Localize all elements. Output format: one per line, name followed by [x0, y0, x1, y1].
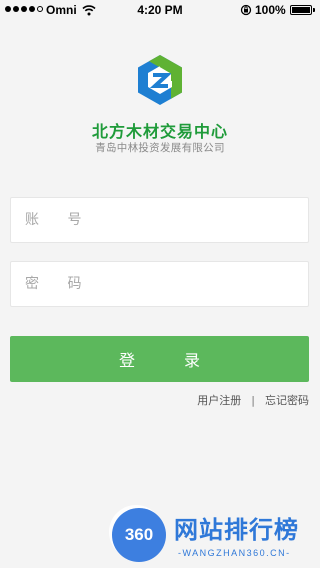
hexagon-logo-icon: [138, 55, 182, 105]
forgot-password-link[interactable]: 忘记密码: [265, 392, 309, 408]
status-bar: Omni 4:20 PM 100%: [0, 0, 320, 20]
register-link[interactable]: 用户注册: [197, 392, 241, 408]
watermark: 360 网站排行榜 -WANGZHAN360.CN-: [108, 504, 320, 568]
auth-links: 用户注册 | 忘记密码: [197, 392, 309, 408]
battery-icon: [290, 5, 312, 15]
watermark-badge: 360: [112, 508, 166, 562]
battery-tip: [313, 8, 315, 12]
login-button[interactable]: 登 录: [10, 336, 309, 382]
app-title: 北方木材交易中心: [91, 122, 228, 141]
account-field[interactable]: [10, 197, 309, 243]
password-field[interactable]: [10, 261, 309, 307]
watermark-name: 网站排行榜: [174, 516, 299, 544]
battery-level: [292, 7, 310, 13]
password-input[interactable]: [11, 262, 308, 306]
link-separator: |: [251, 393, 255, 407]
account-input[interactable]: [11, 198, 308, 242]
orientation-lock-icon: [240, 4, 252, 16]
watermark-domain: -WANGZHAN360.CN-: [178, 548, 291, 558]
battery-percentage: 100%: [255, 3, 286, 17]
company-name: 青岛中林投资发展有限公司: [95, 142, 225, 154]
